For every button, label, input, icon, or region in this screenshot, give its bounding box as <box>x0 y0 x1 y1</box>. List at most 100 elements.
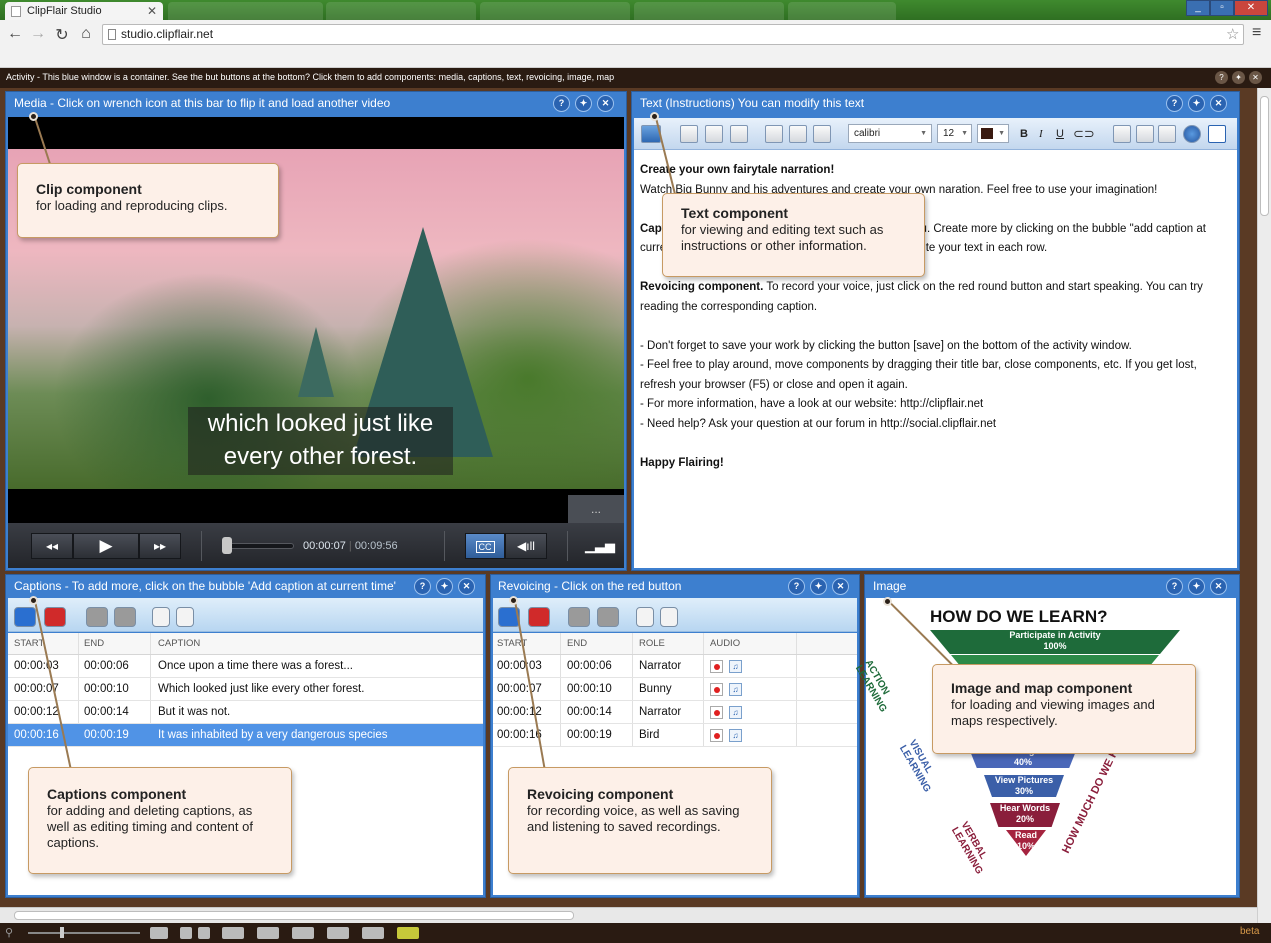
col-end[interactable]: END <box>84 633 104 655</box>
cell-role[interactable]: Narrator <box>639 701 681 724</box>
bold-button[interactable]: B <box>1020 128 1028 140</box>
maximize-icon[interactable]: ▫ <box>1210 0 1234 16</box>
italic-button[interactable]: I <box>1039 128 1043 140</box>
col-audio[interactable]: AUDIO <box>710 633 740 655</box>
cell-end[interactable]: 00:00:10 <box>567 678 612 701</box>
close-tab-icon[interactable]: ✕ <box>147 2 157 20</box>
table-icon[interactable] <box>1113 125 1131 143</box>
size-select[interactable]: 12 ▼ <box>937 124 972 143</box>
add-media-icon[interactable] <box>150 927 168 939</box>
address-bar[interactable]: studio.clipflair.net <box>102 24 1244 45</box>
cell-start[interactable]: 00:00:16 <box>497 724 542 747</box>
cell-end[interactable]: 00:00:06 <box>567 655 612 678</box>
text-wrench-icon[interactable]: ✦ <box>1188 95 1205 112</box>
more-options-button[interactable]: ... <box>568 495 624 523</box>
back-icon[interactable]: ← <box>6 25 24 43</box>
horizontal-scroll-thumb[interactable] <box>14 911 574 920</box>
browser-tab-6[interactable] <box>788 2 896 20</box>
add-caption-bubble-icon[interactable] <box>14 607 36 627</box>
revoicing-wrench-icon[interactable]: ✦ <box>810 578 827 595</box>
text-help-icon[interactable]: ? <box>1166 95 1183 112</box>
table-row[interactable]: 00:00:07 00:00:10 Which looked just like… <box>8 678 483 701</box>
browser-tab-5[interactable] <box>634 2 784 20</box>
open-icon[interactable] <box>680 125 698 143</box>
audio-note-icon[interactable]: ♫ <box>729 683 742 696</box>
table-row[interactable]: 00:00:12 00:00:14 But it was not. <box>8 701 483 724</box>
record-icon[interactable] <box>710 706 723 719</box>
color-select[interactable]: ▼ <box>977 124 1009 143</box>
volume-button[interactable]: ◀ıll <box>505 533 547 559</box>
browser-tab-4[interactable] <box>480 2 630 20</box>
table-row[interactable]: 00:00:07 00:00:10 Bunny ♫ <box>493 678 857 701</box>
signal-icon[interactable]: ▁▃▅ <box>585 538 615 554</box>
cell-caption[interactable]: Which looked just like every other fores… <box>158 678 364 701</box>
browser-menu-icon[interactable]: ≡ <box>1252 24 1261 42</box>
mic-gray-2-icon[interactable] <box>597 607 619 627</box>
cell-start[interactable]: 00:00:03 <box>14 655 59 678</box>
text-title[interactable]: Text (Instructions) You can modify this … <box>634 93 1134 113</box>
cell-role[interactable]: Bird <box>639 724 659 747</box>
add-text-icon[interactable] <box>362 927 384 939</box>
export-icon[interactable] <box>660 607 678 627</box>
cell-role[interactable]: Bunny <box>639 678 672 701</box>
print-icon[interactable] <box>730 125 748 143</box>
add-map-icon[interactable] <box>397 927 419 939</box>
col-caption[interactable]: CAPTION <box>158 633 200 655</box>
cell-start[interactable]: 00:00:07 <box>497 678 542 701</box>
caption-bubble-gray-2-icon[interactable] <box>114 607 136 627</box>
import-icon[interactable] <box>636 607 654 627</box>
add-revoicing-icon[interactable] <box>292 927 314 939</box>
seek-handle[interactable] <box>222 537 232 554</box>
image-close-icon[interactable]: ✕ <box>1210 578 1227 595</box>
cell-caption[interactable]: It was inhabited by a very dangerous spe… <box>158 724 388 747</box>
add-captions-icon[interactable] <box>257 927 279 939</box>
zoom-slider-handle[interactable] <box>60 927 64 938</box>
add-clip-icon[interactable] <box>222 927 244 939</box>
record-icon[interactable] <box>710 729 723 742</box>
cell-end[interactable]: 00:00:06 <box>84 655 129 678</box>
cell-role[interactable]: Narrator <box>639 655 681 678</box>
seek-bar[interactable] <box>228 543 294 549</box>
vertical-scroll-thumb[interactable] <box>1260 96 1269 216</box>
rewind-button[interactable]: ◂◂ <box>31 533 73 559</box>
browser-tab-3[interactable] <box>326 2 476 20</box>
image-wrench-icon[interactable]: ✦ <box>1188 578 1205 595</box>
globe-icon[interactable] <box>1183 125 1201 143</box>
cell-start[interactable]: 00:00:12 <box>14 701 59 724</box>
eraser-icon[interactable] <box>1208 125 1226 143</box>
import-icon[interactable] <box>152 607 170 627</box>
audio-note-icon[interactable]: ♫ <box>729 660 742 673</box>
cell-end[interactable]: 00:00:19 <box>84 724 129 747</box>
captions-wrench-icon[interactable]: ✦ <box>436 578 453 595</box>
save-icon[interactable] <box>198 927 210 939</box>
text-close-icon[interactable]: ✕ <box>1210 95 1227 112</box>
paste-special-icon[interactable] <box>813 125 831 143</box>
home-icon[interactable]: ⌂ <box>77 25 95 43</box>
cell-caption[interactable]: But it was not. <box>158 701 230 724</box>
media-close-icon[interactable]: ✕ <box>597 95 614 112</box>
cell-end[interactable]: 00:00:14 <box>84 701 129 724</box>
col-role[interactable]: ROLE <box>639 633 665 655</box>
link-icon[interactable]: ⊂⊃ <box>1073 126 1095 142</box>
align-icon[interactable] <box>1158 125 1176 143</box>
table-row[interactable]: 00:00:16 00:00:19 Bird ♫ <box>493 724 857 747</box>
audio-note-icon[interactable]: ♫ <box>729 706 742 719</box>
captions-title[interactable]: Captions - To add more, click on the bub… <box>8 576 410 596</box>
captions-close-icon[interactable]: ✕ <box>458 578 475 595</box>
col-end[interactable]: END <box>567 633 587 655</box>
browser-tab[interactable]: ClipFlair Studio ✕ <box>5 2 163 20</box>
media-wrench-icon[interactable]: ✦ <box>575 95 592 112</box>
audio-note-icon[interactable]: ♫ <box>729 729 742 742</box>
add-image-icon[interactable] <box>327 927 349 939</box>
media-title[interactable]: Media - Click on wrench icon at this bar… <box>8 93 548 113</box>
table-row[interactable]: 00:00:03 00:00:06 Once upon a time there… <box>8 655 483 678</box>
reload-icon[interactable]: ↻ <box>53 25 71 45</box>
copy-icon[interactable] <box>765 125 783 143</box>
table-row[interactable]: 00:00:03 00:00:06 Narrator ♫ <box>493 655 857 678</box>
save-icon[interactable] <box>705 125 723 143</box>
captions-help-icon[interactable]: ? <box>414 578 431 595</box>
cell-start[interactable]: 00:00:03 <box>497 655 542 678</box>
table-row[interactable]: 00:00:12 00:00:14 Narrator ♫ <box>493 701 857 724</box>
col-start[interactable]: START <box>14 633 44 655</box>
minimize-icon[interactable]: _ <box>1186 0 1210 16</box>
